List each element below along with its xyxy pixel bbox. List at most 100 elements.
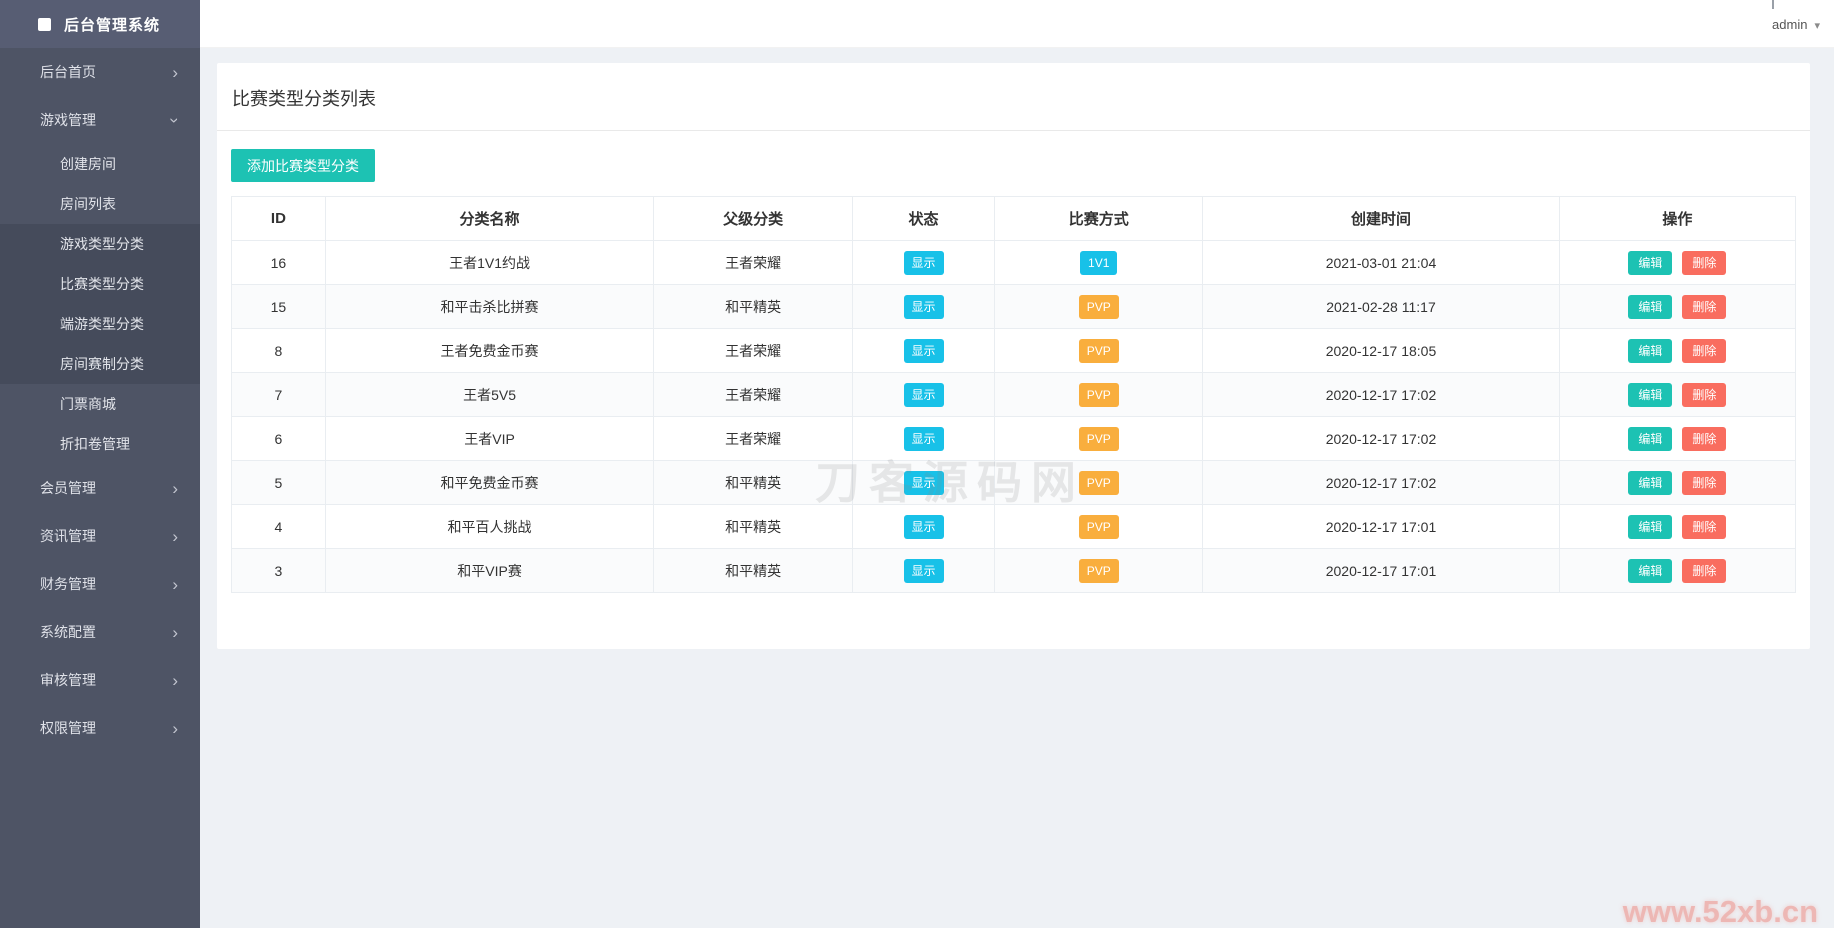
table-row: 3 和平VIP赛 和平精英 显示 PVP 2020-12-17 17:01 编辑… [231,548,1797,593]
logo-icon [38,17,51,31]
cell-parent: 王者荣耀 [653,240,853,285]
cell-actions: 编辑 删除 [1558,240,1797,285]
sidebar-item-news-management[interactable]: 资讯管理 [0,512,200,560]
cell-id: 3 [231,548,326,593]
edit-button[interactable]: 编辑 [1628,426,1673,451]
cell-status: 显示 [851,460,996,505]
delete-button[interactable]: 删除 [1682,382,1727,407]
edit-button[interactable]: 编辑 [1628,250,1673,275]
sidebar-item-create-room[interactable]: 创建房间 [0,144,200,184]
sidebar-item-system-config[interactable]: 系统配置 [0,608,200,656]
status-badge: 显示 [903,514,944,539]
cell-created-time: 2020-12-17 17:02 [1202,372,1560,417]
sidebar-item-pc-game-type-category[interactable]: 端游类型分类 [0,304,200,344]
sidebar: 后台管理系统 后台首页 游戏管理 创建房间 房间列表 游戏类型分类 比赛类型分类… [0,0,200,928]
delete-button[interactable]: 删除 [1682,294,1727,319]
cell-id: 6 [231,416,326,461]
cell-parent: 王者荣耀 [653,416,853,461]
chevron-right-icon [172,576,178,593]
mode-badge: PVP [1078,338,1119,363]
sidebar-item-discount-coupon[interactable]: 折扣卷管理 [0,424,200,464]
add-category-button[interactable]: 添加比赛类型分类 [231,149,375,182]
cell-name: 和平免费金币赛 [324,460,655,505]
mode-badge: PVP [1078,470,1119,495]
game-management-submenu: 创建房间 房间列表 游戏类型分类 比赛类型分类 端游类型分类 房间赛制分类 门票… [0,144,200,464]
cell-id: 16 [231,240,326,285]
cell-mode: PVP [994,284,1204,329]
column-header-actions: 操作 [1558,196,1797,241]
column-header-created-time: 创建时间 [1202,196,1560,241]
table-row: 16 王者1V1约战 王者荣耀 显示 1V1 2021-03-01 21:04 … [231,240,1797,285]
cell-name: 和平VIP赛 [324,548,655,593]
sidebar-item-room-format-category[interactable]: 房间赛制分类 [0,344,200,384]
cell-parent: 和平精英 [653,284,853,329]
cell-id: 4 [231,504,326,549]
cell-status: 显示 [851,328,996,373]
card-header: 比赛类型分类列表 [217,63,1810,131]
chevron-down-icon [172,112,178,129]
match-type-category-card: 比赛类型分类列表 添加比赛类型分类 ID 分类名称 父级分类 状态 比赛方式 创… [217,63,1810,649]
sidebar-item-home[interactable]: 后台首页 [0,48,200,96]
cell-status: 显示 [851,548,996,593]
cell-mode: PVP [994,372,1204,417]
cell-parent: 王者荣耀 [653,328,853,373]
cell-created-time: 2020-12-17 17:02 [1202,416,1560,461]
delete-button[interactable]: 删除 [1682,250,1727,275]
chevron-right-icon [172,624,178,641]
cell-parent: 和平精英 [653,460,853,505]
table-body: 16 王者1V1约战 王者荣耀 显示 1V1 2021-03-01 21:04 … [231,240,1797,593]
sidebar-item-ticket-shop[interactable]: 门票商城 [0,384,200,424]
cell-status: 显示 [851,284,996,329]
cell-name: 王者5V5 [324,372,655,417]
cell-created-time: 2020-12-17 18:05 [1202,328,1560,373]
column-header-name: 分类名称 [324,196,655,241]
delete-button[interactable]: 删除 [1682,514,1727,539]
sidebar-item-member-management[interactable]: 会员管理 [0,464,200,512]
sidebar-item-room-list[interactable]: 房间列表 [0,184,200,224]
cell-status: 显示 [851,504,996,549]
delete-button[interactable]: 删除 [1682,338,1727,363]
edit-button[interactable]: 编辑 [1628,470,1673,495]
cell-created-time: 2020-12-17 17:02 [1202,460,1560,505]
delete-button[interactable]: 删除 [1682,470,1727,495]
cell-name: 王者1V1约战 [324,240,655,285]
edit-button[interactable]: 编辑 [1628,514,1673,539]
sidebar-item-finance-management[interactable]: 财务管理 [0,560,200,608]
status-badge: 显示 [903,382,944,407]
cell-actions: 编辑 删除 [1558,460,1797,505]
topbar: admin [200,0,1834,48]
delete-button[interactable]: 删除 [1682,558,1727,583]
user-menu[interactable]: admin [1772,0,1820,48]
sidebar-item-permission-management[interactable]: 权限管理 [0,704,200,752]
cell-parent: 和平精英 [653,504,853,549]
status-badge: 显示 [903,426,944,451]
cell-parent: 和平精英 [653,548,853,593]
cell-name: 王者VIP [324,416,655,461]
caret-down-icon [1814,17,1820,32]
edit-button[interactable]: 编辑 [1628,558,1673,583]
mode-badge: PVP [1078,294,1119,319]
delete-button[interactable]: 删除 [1682,426,1727,451]
mode-badge: PVP [1078,558,1119,583]
column-header-mode: 比赛方式 [994,196,1204,241]
sidebar-item-game-type-category[interactable]: 游戏类型分类 [0,224,200,264]
sidebar-item-game-management[interactable]: 游戏管理 [0,96,200,144]
column-header-parent: 父级分类 [653,196,853,241]
chevron-right-icon [172,480,178,497]
cell-mode: PVP [994,328,1204,373]
sidebar-item-audit-management[interactable]: 审核管理 [0,656,200,704]
edit-button[interactable]: 编辑 [1628,294,1673,319]
cell-mode: PVP [994,504,1204,549]
mode-badge: 1V1 [1080,250,1118,275]
app-logo: 后台管理系统 [0,0,200,48]
edit-button[interactable]: 编辑 [1628,338,1673,363]
sidebar-item-match-type-category[interactable]: 比赛类型分类 [0,264,200,304]
cell-actions: 编辑 删除 [1558,328,1797,373]
status-badge: 显示 [903,470,944,495]
mode-badge: PVP [1078,426,1119,451]
cell-actions: 编辑 删除 [1558,416,1797,461]
username: admin [1772,16,1808,32]
edit-button[interactable]: 编辑 [1628,382,1673,407]
chevron-right-icon [172,528,178,545]
page-title: 比赛类型分类列表 [232,89,376,109]
